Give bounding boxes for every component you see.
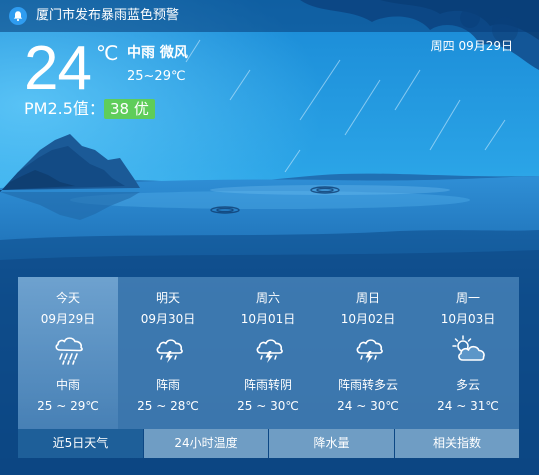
forecast-day-tomorrow[interactable]: 明天 09月30日 阵雨 25 ~ 28℃ [118,277,218,429]
forecast-day-label: 周日 [355,291,380,305]
forecast-day-temp: 24 ~ 30℃ [337,399,399,413]
forecast-day-sunday[interactable]: 周日 10月02日 阵雨转多云 24 ~ 30℃ [318,277,418,429]
bell-icon [9,7,27,25]
forecast-day-monday[interactable]: 周一 10月03日 多云 24 ~ 31℃ [418,277,518,429]
current-temperature-range: 25~29℃ [127,69,186,84]
thunder-shower-icon [256,339,283,363]
forecast-day-condition: 中雨 [55,378,80,392]
forecast-day-temp: 25 ~ 28℃ [137,399,199,413]
current-temperature: 24 [24,34,92,103]
tab-related-indices[interactable]: 相关指数 [395,429,519,458]
tab-24h-temperature[interactable]: 24小时温度 [144,429,268,458]
forecast-day-today[interactable]: 今天 09月29日 中雨 25 ~ 29℃ [18,277,118,429]
forecast-day-condition: 阵雨转多云 [337,378,398,392]
forecast-panel: 今天 09月29日 中雨 25 ~ 29℃ 明天 09月30日 阵雨 25 ~ … [18,277,519,429]
forecast-day-date: 10月02日 [340,312,396,326]
forecast-day-saturday[interactable]: 周六 10月01日 阵雨转阴 25 ~ 30℃ [218,277,318,429]
rain-cloud-icon [55,337,83,365]
forecast-day-temp: 25 ~ 29℃ [37,399,99,413]
forecast-day-condition: 阵雨 [155,378,180,392]
forecast-tabs: 近5日天气 24小时温度 降水量 相关指数 [18,429,519,458]
forecast-day-label: 周一 [455,291,480,305]
forecast-day-label: 明天 [155,291,180,305]
weather-alert-bar[interactable]: 厦门市发布暴雨蓝色预警 [0,0,539,32]
forecast-day-date: 10月03日 [440,312,496,326]
temperature-unit: ℃ [96,41,119,65]
forecast-day-temp: 24 ~ 31℃ [437,399,499,413]
current-date: 周四 09月29日 [430,39,513,53]
weather-widget: 厦门市发布暴雨蓝色预警 24 ℃ 中雨 微风 25~29℃ 周四 09月29日 … [0,0,539,475]
forecast-day-label: 今天 [55,291,80,305]
thunder-shower-icon [356,339,383,363]
pm25-label: PM2.5值： [24,99,105,118]
forecast-day-temp: 25 ~ 30℃ [237,399,299,413]
forecast-day-date: 09月29日 [40,312,96,326]
forecast-day-condition: 多云 [455,378,480,392]
pm25-badge: 38 优 [104,99,155,119]
forecast-day-condition: 阵雨转阴 [243,378,292,392]
forecast-day-label: 周六 [255,291,280,305]
thunder-shower-icon [156,339,183,363]
alert-text[interactable]: 厦门市发布暴雨蓝色预警 [36,8,179,24]
forecast-day-date: 10月01日 [240,312,296,326]
tab-precipitation[interactable]: 降水量 [269,429,394,458]
tab-5-day-weather[interactable]: 近5日天气 [18,429,143,458]
current-condition-wind: 中雨 微风 [127,45,188,61]
partly-cloudy-icon [452,335,485,361]
forecast-day-date: 09月30日 [140,312,196,326]
